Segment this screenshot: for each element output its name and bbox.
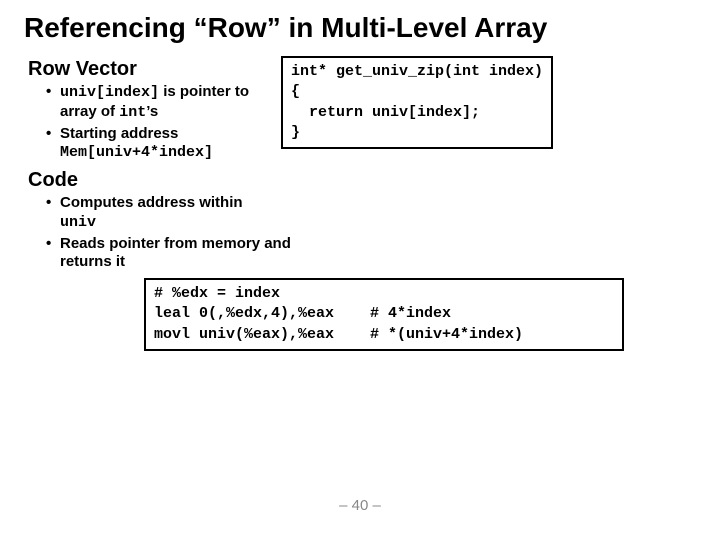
bullet-reads-pointer: Reads pointer from memory and returns it [46, 235, 306, 273]
bullet-computes-address: Computes address within univ [46, 194, 306, 233]
bullet-univ-pointer: univ[index] is pointer to array of int’s [46, 83, 281, 123]
row-vector-row: Row Vector univ[index] is pointer to arr… [24, 54, 696, 165]
code-heading: Code [28, 169, 696, 192]
asm-code-box: # %edx = index leal 0(,%edx,4),%eax # 4*… [144, 278, 624, 351]
bullet-starting-address: Starting address Mem[univ+4*index] [46, 125, 281, 164]
code-mem-expr: Mem[univ+4*index] [60, 144, 213, 161]
row-vector-heading: Row Vector [28, 58, 281, 81]
text-starting-address: Starting address [60, 125, 178, 142]
text-computes-address: Computes address within [60, 194, 243, 211]
slide: Referencing “Row” in Multi-Level Array R… [0, 0, 720, 540]
code-int: int [119, 104, 146, 121]
row-vector-col: Row Vector univ[index] is pointer to arr… [24, 54, 281, 165]
c-code-box: int* get_univ_zip(int index) { return un… [281, 56, 553, 149]
slide-title: Referencing “Row” in Multi-Level Array [24, 12, 696, 44]
code-univ-index: univ[index] [60, 84, 159, 101]
code-bullets: Computes address within univ Reads point… [46, 194, 306, 272]
code-univ: univ [60, 214, 96, 231]
row-vector-bullets: univ[index] is pointer to array of int’s… [46, 83, 281, 163]
text-apost-s: ’s [146, 103, 158, 120]
slide-number: – 40 – [0, 497, 720, 514]
